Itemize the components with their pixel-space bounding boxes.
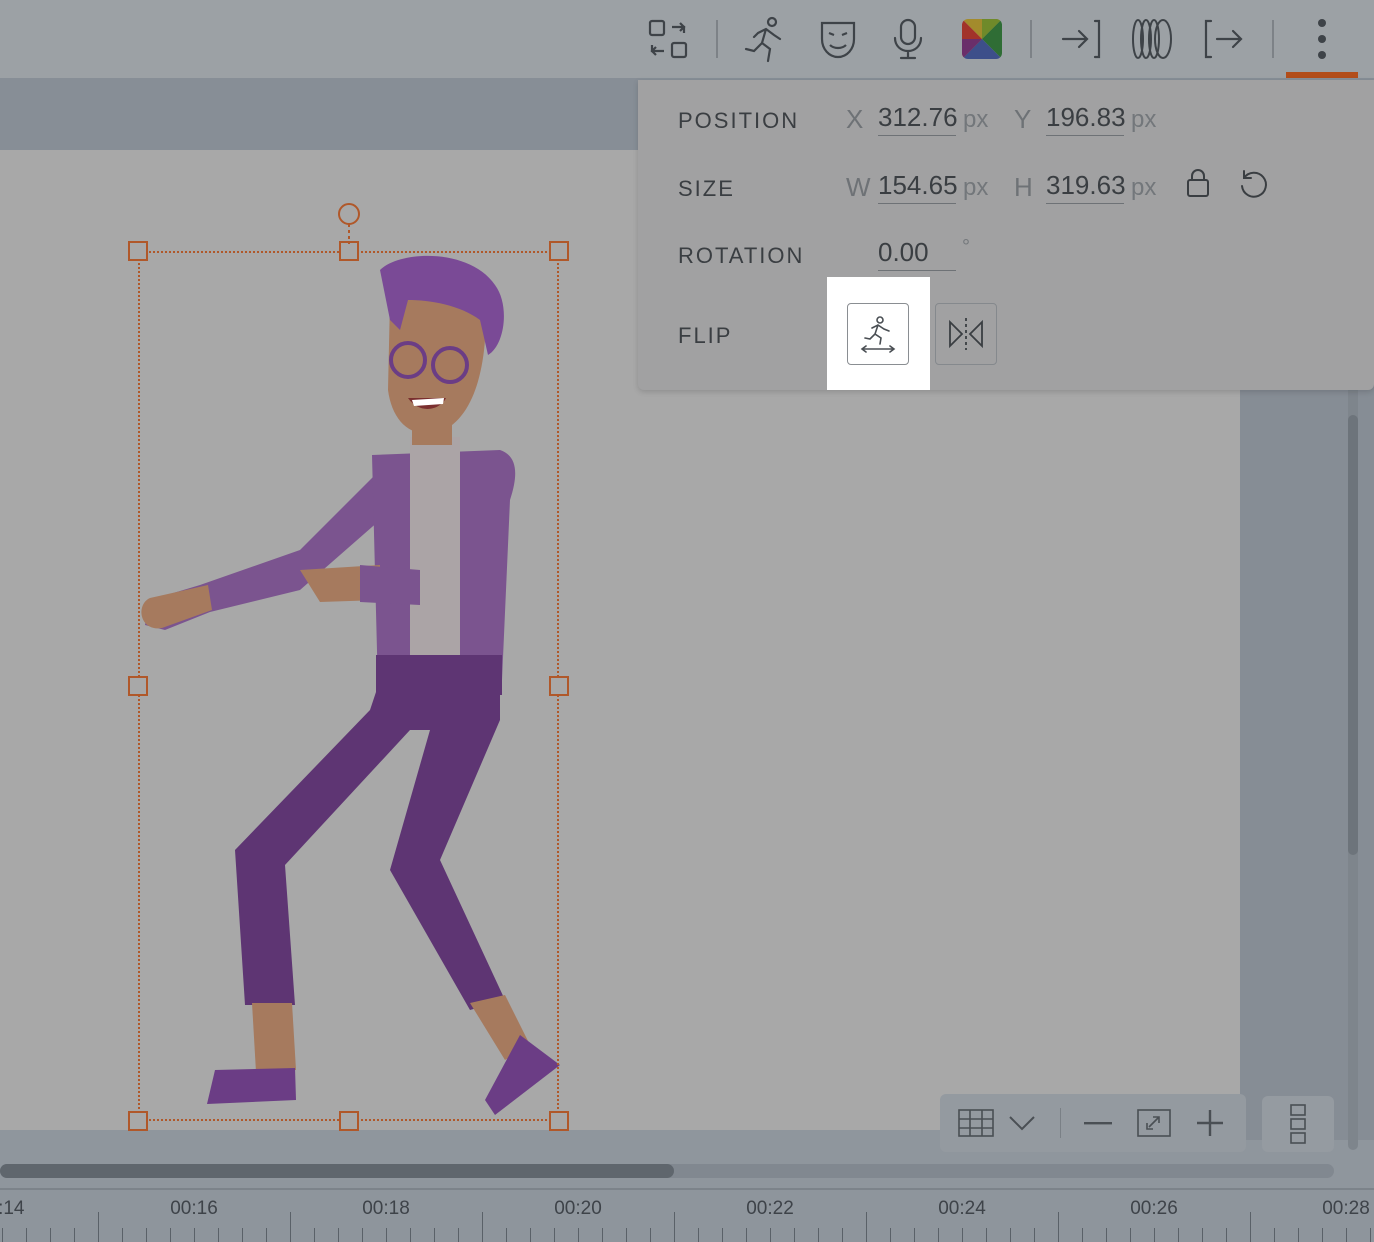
timeline-label: 00:16 bbox=[170, 1198, 218, 1219]
flip-label: FLIP bbox=[678, 323, 733, 348]
top-toolbar bbox=[0, 0, 1374, 78]
microphone-icon[interactable] bbox=[882, 14, 934, 64]
w-unit: px bbox=[963, 174, 989, 201]
chevron-down-icon[interactable] bbox=[1004, 1094, 1040, 1152]
timeline-tick bbox=[98, 1212, 99, 1242]
resize-handle-top-right[interactable] bbox=[549, 241, 569, 261]
zoom-in-icon[interactable] bbox=[1190, 1094, 1230, 1152]
expression-icon[interactable] bbox=[812, 14, 864, 64]
timeline-label: 0:14 bbox=[0, 1198, 25, 1219]
flip-mirror-icon bbox=[949, 318, 983, 350]
rotation-label: ROTATION bbox=[678, 243, 805, 268]
timeline-tick bbox=[674, 1212, 675, 1242]
size-label: SIZE bbox=[678, 176, 735, 201]
w-axis-label: W bbox=[846, 172, 871, 202]
vertical-scrollbar[interactable] bbox=[1348, 415, 1358, 855]
position-x-input[interactable]: 312.76 bbox=[878, 102, 958, 136]
degree-unit: ° bbox=[962, 236, 970, 258]
fit-screen-icon[interactable] bbox=[1134, 1094, 1174, 1152]
flip-horizontal-button[interactable] bbox=[847, 303, 909, 365]
size-height-input[interactable]: 319.63 bbox=[1046, 170, 1126, 204]
y-unit: px bbox=[1131, 106, 1157, 133]
reset-icon[interactable] bbox=[1238, 168, 1270, 200]
position-label: POSITION bbox=[678, 108, 800, 133]
exit-icon[interactable] bbox=[1198, 14, 1250, 64]
effects-icon[interactable] bbox=[1126, 14, 1178, 64]
resize-handle-bottom[interactable] bbox=[339, 1111, 359, 1131]
more-icon[interactable] bbox=[1296, 14, 1348, 64]
flip-horizontal-icon bbox=[860, 316, 896, 353]
h-axis-label: H bbox=[1014, 172, 1033, 202]
timeline-tick bbox=[482, 1212, 483, 1242]
selection-box[interactable] bbox=[138, 251, 559, 1121]
timeline-tick bbox=[1058, 1212, 1059, 1242]
zoom-out-icon[interactable] bbox=[1078, 1094, 1118, 1152]
h-unit: px bbox=[1131, 174, 1157, 201]
resize-handle-right[interactable] bbox=[549, 676, 569, 696]
zoom-controls bbox=[940, 1094, 1246, 1152]
resize-handle-bottom-right[interactable] bbox=[549, 1111, 569, 1131]
resize-handle-left[interactable] bbox=[128, 676, 148, 696]
timeline-label: 00:22 bbox=[746, 1198, 794, 1219]
x-unit: px bbox=[963, 106, 989, 133]
resize-handle-top-left[interactable] bbox=[128, 241, 148, 261]
swap-icon[interactable] bbox=[642, 14, 694, 64]
flip-vertical-button[interactable] bbox=[935, 303, 997, 365]
animate-icon[interactable] bbox=[738, 14, 790, 64]
rotate-handle[interactable] bbox=[335, 202, 363, 244]
timeline-tick bbox=[1250, 1212, 1251, 1242]
y-axis-label: Y bbox=[1014, 104, 1032, 134]
timeline-label: 00:24 bbox=[938, 1198, 986, 1219]
timeline-ruler[interactable]: 0:14 00:16 00:18 00:20 00:22 00:24 00:26… bbox=[0, 1188, 1374, 1242]
layout-toggle-button[interactable] bbox=[1262, 1096, 1334, 1152]
horizontal-scrollbar[interactable] bbox=[0, 1164, 674, 1178]
color-icon[interactable] bbox=[956, 14, 1008, 64]
timeline-label: 00:26 bbox=[1130, 1198, 1178, 1219]
x-axis-label: X bbox=[846, 104, 864, 134]
lock-icon[interactable] bbox=[1186, 168, 1210, 198]
properties-panel: POSITION X 312.76 px Y 196.83 px SIZE W … bbox=[638, 80, 1374, 390]
timeline-label: 00:18 bbox=[362, 1198, 410, 1219]
layout-icon bbox=[1290, 1104, 1306, 1144]
timeline-tick bbox=[290, 1212, 291, 1242]
grid-icon[interactable] bbox=[954, 1094, 998, 1152]
timeline-tick bbox=[866, 1212, 867, 1242]
rotation-input[interactable]: 0.00 bbox=[878, 237, 956, 271]
enter-icon[interactable] bbox=[1054, 14, 1106, 64]
timeline-label: 00:28 bbox=[1322, 1198, 1370, 1219]
resize-handle-top[interactable] bbox=[339, 241, 359, 261]
position-y-input[interactable]: 196.83 bbox=[1046, 102, 1126, 136]
size-width-input[interactable]: 154.65 bbox=[878, 170, 958, 204]
timeline-label: 00:20 bbox=[554, 1198, 602, 1219]
resize-handle-bottom-left[interactable] bbox=[128, 1111, 148, 1131]
